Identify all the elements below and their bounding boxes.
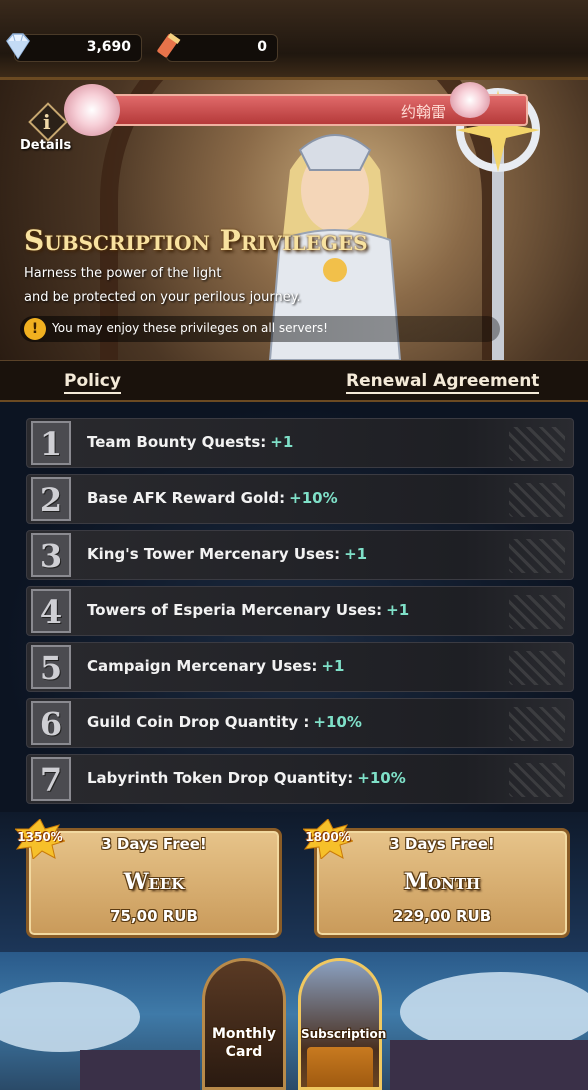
plan-period: Week bbox=[123, 869, 185, 895]
currency-bar: 3,690 0 bbox=[0, 0, 588, 80]
tagline-line-1: Harness the power of the light bbox=[24, 266, 222, 281]
privilege-label: Campaign Mercenary Uses: +1 bbox=[87, 657, 344, 675]
monthly-card-line-1: Monthly bbox=[211, 1026, 277, 1042]
selected-plate bbox=[307, 1047, 373, 1087]
scroll-value: 0 bbox=[257, 39, 267, 55]
privilege-text: Campaign Mercenary Uses: bbox=[87, 657, 318, 675]
privilege-bonus: +1 bbox=[321, 657, 345, 675]
flower-decoration bbox=[450, 82, 490, 118]
cloud-decoration bbox=[0, 982, 140, 1052]
plan-price: 229,00 RUB bbox=[392, 907, 492, 925]
privilege-text: Team Bounty Quests: bbox=[87, 433, 267, 451]
page-title: Subscription Privileges bbox=[24, 224, 368, 257]
plan-period: Month bbox=[403, 869, 481, 895]
row-ornament bbox=[509, 483, 565, 517]
tagline-line-2: and be protected on your perilous journe… bbox=[24, 290, 301, 305]
privilege-row: 6 Guild Coin Drop Quantity : +10% bbox=[26, 698, 574, 748]
monthly-card-label: Monthly Card bbox=[205, 1025, 283, 1061]
privilege-text: Guild Coin Drop Quantity : bbox=[87, 713, 310, 731]
row-ornament bbox=[509, 763, 565, 797]
privilege-label: Towers of Esperia Mercenary Uses: +1 bbox=[87, 601, 409, 619]
privilege-row: 7 Labyrinth Token Drop Quantity: +10% bbox=[26, 754, 574, 804]
privilege-bonus: +10% bbox=[357, 769, 406, 787]
policy-links: Policy Renewal Agreement bbox=[0, 360, 588, 402]
row-ornament bbox=[509, 427, 565, 461]
privilege-text: Labyrinth Token Drop Quantity: bbox=[87, 769, 354, 787]
privilege-row: 4 Towers of Esperia Mercenary Uses: +1 bbox=[26, 586, 574, 636]
info-glyph: i bbox=[43, 110, 51, 134]
policy-link[interactable]: Policy bbox=[64, 371, 121, 394]
subscription-tab[interactable]: Subscription bbox=[298, 958, 387, 1090]
hero-name: 约翰雷 bbox=[400, 103, 446, 121]
exclamation-icon: ! bbox=[24, 318, 46, 340]
privilege-bonus: +1 bbox=[386, 601, 410, 619]
privilege-bonus: +10% bbox=[289, 489, 338, 507]
row-ornament bbox=[509, 539, 565, 573]
privilege-text: Towers of Esperia Mercenary Uses: bbox=[87, 601, 383, 619]
servers-notice: ! You may enjoy these privileges on all … bbox=[20, 316, 500, 342]
castle-silhouette bbox=[80, 1050, 200, 1090]
renewal-agreement-link[interactable]: Renewal Agreement bbox=[346, 371, 540, 394]
row-ornament bbox=[509, 651, 565, 685]
plan-price: 75,00 RUB bbox=[110, 907, 198, 925]
privilege-bonus: +1 bbox=[270, 433, 294, 451]
gem-value: 3,690 bbox=[86, 39, 131, 55]
monthly-card-tab[interactable]: Monthly Card bbox=[202, 958, 286, 1090]
privilege-number: 4 bbox=[31, 589, 71, 633]
privilege-row: 3 King's Tower Mercenary Uses: +1 bbox=[26, 530, 574, 580]
privilege-label: King's Tower Mercenary Uses: +1 bbox=[87, 545, 367, 563]
privilege-label: Team Bounty Quests: +1 bbox=[87, 433, 293, 451]
month-plan-button[interactable]: 1800% 3 Days Free! Month 229,00 RUB bbox=[303, 819, 570, 938]
privilege-label: Guild Coin Drop Quantity : +10% bbox=[87, 713, 362, 731]
privilege-number: 7 bbox=[31, 757, 71, 801]
gem-counter[interactable]: 3,690 bbox=[6, 33, 142, 62]
subscription-label: Subscription bbox=[301, 1027, 387, 1041]
privilege-number: 1 bbox=[31, 421, 71, 465]
privilege-bonus: +1 bbox=[344, 545, 368, 563]
scroll-icon bbox=[157, 32, 181, 58]
row-ornament bbox=[509, 707, 565, 741]
privilege-label: Base AFK Reward Gold: +10% bbox=[87, 489, 338, 507]
free-trial-text: 3 Days Free! bbox=[389, 835, 495, 853]
privilege-number: 2 bbox=[31, 477, 71, 521]
subscription-banner: 约翰雷 i Details Subscription Privileges Ha… bbox=[0, 80, 588, 360]
privileges-list: 1 Team Bounty Quests: +1 2 Base AFK Rewar… bbox=[0, 402, 588, 812]
bottom-nav: Monthly Card Subscription bbox=[0, 952, 588, 1090]
privilege-bonus: +10% bbox=[313, 713, 362, 731]
privilege-number: 3 bbox=[31, 533, 71, 577]
plan-options: 1350% 3 Days Free! Week 75,00 RUB 1800% … bbox=[0, 812, 588, 952]
details-label: Details bbox=[20, 138, 72, 153]
privilege-row: 1 Team Bounty Quests: +1 bbox=[26, 418, 574, 468]
privilege-label: Labyrinth Token Drop Quantity: +10% bbox=[87, 769, 406, 787]
details-button[interactable]: i Details bbox=[16, 102, 76, 158]
privilege-number: 5 bbox=[31, 645, 71, 689]
privilege-number: 6 bbox=[31, 701, 71, 745]
scroll-counter[interactable]: 0 bbox=[157, 32, 278, 62]
privilege-row: 5 Campaign Mercenary Uses: +1 bbox=[26, 642, 574, 692]
monthly-card-line-2: Card bbox=[225, 1044, 263, 1060]
privilege-row: 2 Base AFK Reward Gold: +10% bbox=[26, 474, 574, 524]
privilege-text: Base AFK Reward Gold: bbox=[87, 489, 286, 507]
diamond-icon bbox=[6, 33, 30, 60]
free-trial-text: 3 Days Free! bbox=[101, 835, 207, 853]
castle-silhouette bbox=[390, 1040, 588, 1090]
privilege-text: King's Tower Mercenary Uses: bbox=[87, 545, 341, 563]
row-ornament bbox=[509, 595, 565, 629]
notice-text: You may enjoy these privileges on all se… bbox=[52, 321, 328, 335]
week-plan-button[interactable]: 1350% 3 Days Free! Week 75,00 RUB bbox=[15, 819, 282, 938]
